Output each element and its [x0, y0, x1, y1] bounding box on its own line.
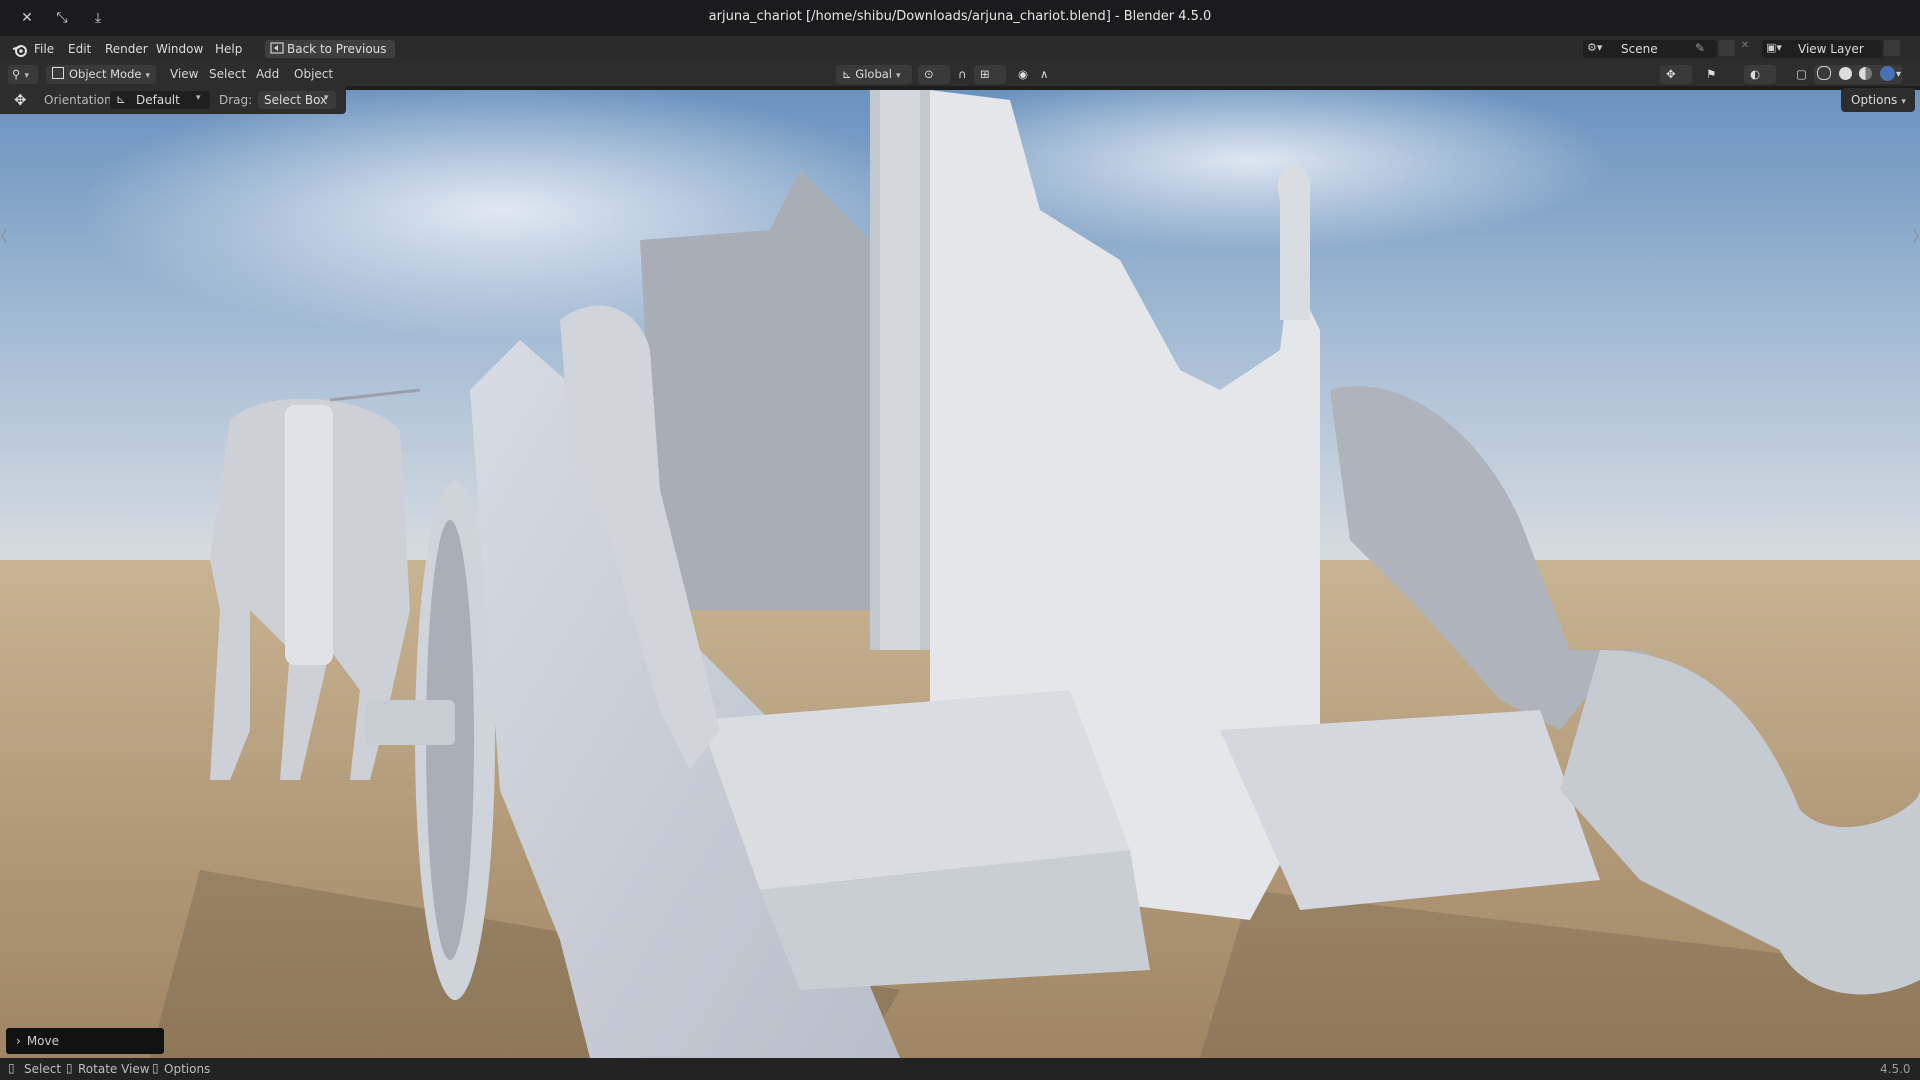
operator-label: Move: [26, 1034, 59, 1048]
axes-icon: ⊾: [116, 92, 127, 106]
mode-selector[interactable]: Object Mode ▾: [46, 65, 156, 84]
header-menu-object[interactable]: Object: [294, 65, 333, 84]
overlays-toggle[interactable]: ◐: [1744, 65, 1776, 84]
snap-magnet-icon: ∩: [958, 67, 967, 81]
drag-value: Select Box: [264, 93, 328, 107]
proportional-edit-icon: ◉: [1018, 67, 1029, 81]
menu-help[interactable]: Help: [209, 40, 248, 58]
transform-orientation-selector[interactable]: ⊾ Global ▾: [836, 65, 912, 84]
wireframe-shading-icon[interactable]: [1817, 66, 1831, 80]
snap-toggle[interactable]: ∩: [952, 65, 972, 84]
orientation-axes-icon: ⊾: [842, 67, 852, 81]
mouse-left-icon: ▯: [8, 1061, 15, 1075]
object-mode-icon: [52, 67, 64, 79]
viewport-header: ⚲ ▾ Object Mode ▾ View Select Add Object ⊾…: [0, 62, 1920, 86]
back-to-previous-label: Back to Previous: [287, 42, 387, 56]
menu-render[interactable]: Render: [99, 40, 154, 58]
last-operator-panel[interactable]: › Move: [6, 1028, 164, 1054]
mouse-middle-icon: ▯: [66, 1061, 73, 1075]
mouse-right-icon: ▯: [152, 1061, 159, 1075]
view-layer-name: View Layer: [1798, 42, 1864, 56]
header-menu-view[interactable]: View: [170, 65, 198, 84]
proportional-edit-toggle[interactable]: ◉: [1012, 65, 1032, 84]
mode-label: Object Mode: [69, 67, 142, 81]
view-layer-icon: ▣▾: [1766, 41, 1782, 54]
pivot-point-icon: ⊙: [924, 67, 934, 81]
menu-file[interactable]: File: [28, 40, 60, 58]
shading-options-chevron-icon[interactable]: ▾: [1896, 65, 1901, 84]
pin-icon[interactable]: ✎: [1695, 41, 1705, 55]
orientation-value: Default: [136, 93, 180, 107]
expand-chevron-icon: ›: [16, 1034, 21, 1048]
new-view-layer-icon[interactable]: [1884, 40, 1900, 56]
drag-chevron-icon: ▾: [324, 93, 329, 103]
top-menu-bar: File Edit Render Window Help Back to Pre…: [0, 36, 1920, 62]
scene-icon: ⚙▾: [1587, 41, 1603, 54]
snap-target-button[interactable]: ⊞: [974, 65, 1006, 84]
back-to-previous-button[interactable]: Back to Previous: [265, 40, 395, 58]
falloff-curve-icon: ∧: [1040, 67, 1049, 81]
overlay-gizmo-button[interactable]: ⚑: [1700, 65, 1722, 84]
menu-window[interactable]: Window: [150, 40, 209, 58]
header-menu-add[interactable]: Add: [256, 65, 279, 84]
status-bar: ▯ Select ▯ Rotate View ▯ Options 4.5.0: [0, 1058, 1920, 1080]
gizmo-toggle[interactable]: ✥: [1660, 65, 1692, 84]
xray-toggle[interactable]: ▢: [1790, 65, 1810, 84]
status-rotate-view: Rotate View: [78, 1062, 150, 1076]
status-options: Options: [164, 1062, 211, 1076]
drag-label: Drag:: [219, 93, 253, 107]
remove-scene-icon[interactable]: ✕: [1737, 40, 1753, 56]
xray-icon: ▢: [1796, 67, 1807, 81]
orientation-label: Orientation:: [44, 93, 116, 107]
shading-mode-group: [1814, 65, 1902, 84]
editor-type-icon: ⚲: [12, 67, 21, 81]
options-label: Options: [1851, 93, 1898, 107]
rendered-shading-icon[interactable]: [1879, 66, 1895, 81]
view-layer-selector[interactable]: ▣▾ View Layer: [1762, 40, 1882, 58]
drag-dropdown[interactable]: Select Box ▾: [258, 91, 336, 109]
options-button[interactable]: Options ▾: [1841, 88, 1915, 112]
overlays-icon: ◐: [1750, 67, 1761, 81]
solid-shading-icon[interactable]: [1838, 67, 1852, 80]
remove-view-layer-icon[interactable]: [1902, 40, 1918, 56]
material-shading-icon[interactable]: [1859, 67, 1873, 80]
version-label: 4.5.0: [1880, 1062, 1911, 1076]
orientation-chevron-icon: ▾: [196, 93, 201, 103]
scene-selector[interactable]: ⚙▾ Scene ✎: [1583, 40, 1717, 58]
new-scene-icon[interactable]: [1719, 40, 1735, 56]
view-gizmo-icon: ⚑: [1706, 67, 1717, 81]
snap-increment-icon: ⊞: [980, 67, 990, 81]
scene-name: Scene: [1621, 42, 1658, 56]
screen-back-icon: [270, 41, 284, 60]
editor-type-button[interactable]: ⚲ ▾: [8, 65, 38, 84]
gizmo-icon: ✥: [1666, 67, 1676, 81]
3d-viewport[interactable]: [0, 90, 1920, 1058]
viewport-render: [0, 90, 1920, 1058]
transform-orientation-label: Global: [855, 67, 892, 81]
status-select: Select: [24, 1062, 62, 1076]
header-menu-select[interactable]: Select: [209, 65, 246, 84]
menu-edit[interactable]: Edit: [62, 40, 97, 58]
orientation-dropdown[interactable]: ⊾ Default ▾: [110, 91, 210, 109]
tool-settings-bar: ✥ Orientation: ⊾ Default ▾ Drag: Select …: [0, 86, 346, 114]
move-tool-icon[interactable]: ✥: [14, 91, 27, 109]
window-title: arjuna_chariot [/home/shibu/Downloads/ar…: [708, 9, 1212, 24]
falloff-button[interactable]: ∧: [1034, 65, 1064, 84]
pivot-point-button[interactable]: ⊙: [918, 65, 950, 84]
title-bar: ✕ ⤡ ⤓ arjuna_chariot [/home/shibu/Downlo…: [0, 0, 1920, 37]
